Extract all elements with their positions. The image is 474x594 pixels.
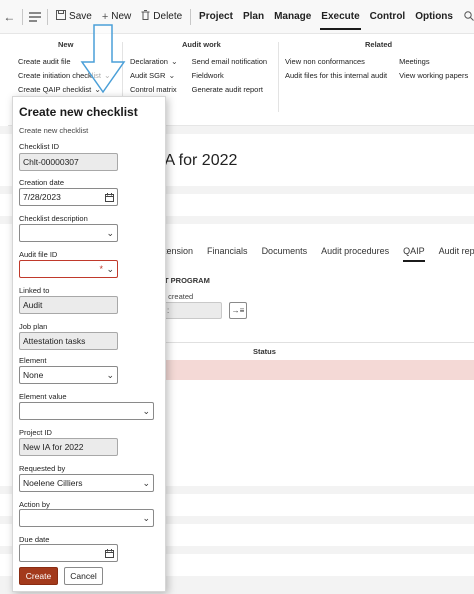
- linked-to-label: Linked to: [19, 286, 50, 295]
- job-plan-label: Job plan: [19, 322, 48, 331]
- ribbon-group-related: Related View non conformances Audit file…: [285, 40, 468, 83]
- table-row[interactable]: [164, 360, 474, 380]
- action-by-select[interactable]: ⌄: [19, 509, 154, 527]
- annotation-arrow-icon: [80, 24, 126, 94]
- element-select[interactable]: None ⌄: [19, 366, 118, 384]
- tab-financials[interactable]: Financials: [207, 246, 248, 262]
- created-field: :: [164, 302, 222, 319]
- audit-files-button[interactable]: Audit files for this internal audit: [285, 69, 387, 83]
- due-date-field[interactable]: [19, 544, 118, 562]
- creation-date-label: Creation date: [19, 178, 65, 187]
- record-tabs: tension Financials Documents Audit proce…: [164, 246, 474, 262]
- checklist-id-label: Checklist ID: [19, 142, 60, 151]
- ribbon-header-related: Related: [365, 40, 393, 49]
- checklist-id-field[interactable]: Chlt-00000307: [19, 153, 118, 171]
- chevron-down-icon: ⌄: [168, 71, 176, 80]
- ribbon-group-audit-work: Audit work Declaration ⌄ Audit SGR ⌄ Contr…: [130, 40, 267, 97]
- new-label: New: [111, 11, 132, 22]
- action-by-label: Action by: [19, 500, 50, 509]
- create-checklist-dialog: Create new checklist Create new checklis…: [12, 96, 166, 592]
- delete-label: Delete: [153, 11, 183, 22]
- generate-audit-report-button[interactable]: Generate audit report: [192, 83, 267, 97]
- chevron-down-icon: ⌄: [142, 478, 150, 488]
- plus-icon: +: [101, 10, 109, 23]
- view-non-conformances-button[interactable]: View non conformances: [285, 55, 387, 69]
- audit-sgr-button[interactable]: Audit SGR ⌄: [130, 69, 178, 83]
- chevron-down-icon: ⌄: [106, 264, 114, 274]
- calendar-icon[interactable]: [105, 189, 114, 205]
- filter-icon: →≡: [231, 306, 245, 315]
- checklist-description-select[interactable]: ⌄: [19, 224, 118, 242]
- audit-file-id-select[interactable]: * ⌄: [19, 260, 118, 278]
- created-label: t created: [164, 292, 194, 301]
- tab-project[interactable]: Project: [194, 0, 238, 34]
- due-date-label: Due date: [19, 535, 50, 544]
- grid-header-divider: [164, 342, 474, 343]
- declaration-button[interactable]: Declaration ⌄: [130, 55, 178, 69]
- trash-icon: [141, 10, 150, 23]
- tab-audit-report[interactable]: Audit report: [439, 246, 474, 262]
- hamburger-icon[interactable]: [26, 0, 45, 34]
- cancel-button[interactable]: Cancel: [64, 567, 103, 585]
- ribbon-divider: [278, 42, 279, 112]
- tab-execute[interactable]: Execute: [316, 0, 364, 34]
- project-id-label: Project ID: [19, 428, 52, 437]
- dialog-subtitle: Create new checklist: [19, 126, 89, 135]
- element-value-select[interactable]: ⌄: [19, 402, 154, 420]
- required-asterisk: *: [99, 264, 103, 274]
- tab-control[interactable]: Control: [365, 0, 411, 34]
- creation-date-field[interactable]: 7/28/2023: [19, 188, 118, 206]
- element-label: Element: [19, 356, 47, 365]
- calendar-icon[interactable]: [105, 545, 114, 561]
- project-id-field[interactable]: New IA for 2022: [19, 438, 118, 456]
- job-plan-field[interactable]: Attestation tasks: [19, 332, 118, 350]
- chevron-down-icon: ⌄: [106, 228, 114, 238]
- record-title: IA for 2022: [160, 152, 238, 169]
- audit-file-id-label: Audit file ID: [19, 250, 58, 259]
- meetings-button[interactable]: Meetings: [399, 55, 468, 69]
- send-email-notification-button[interactable]: Send email notification: [192, 55, 267, 69]
- element-value-label: Element value: [19, 392, 67, 401]
- action-bar: ← Save + New Delete Project Plan Manage …: [0, 0, 474, 34]
- fieldwork-button[interactable]: Fieldwork: [192, 69, 267, 83]
- tab-qaip[interactable]: QAIP: [403, 246, 425, 262]
- back-arrow-icon[interactable]: ←: [0, 0, 19, 34]
- tab-plan[interactable]: Plan: [238, 0, 269, 34]
- toolbar-separator: [190, 8, 192, 25]
- tab-manage[interactable]: Manage: [269, 0, 316, 34]
- tab-audit-procedures[interactable]: Audit procedures: [321, 246, 389, 262]
- section-heading: T PROGRAM: [164, 276, 210, 285]
- chevron-down-icon: ⌄: [142, 406, 150, 416]
- tab-options[interactable]: Options: [410, 0, 458, 34]
- control-matrix-button[interactable]: Control matrix: [130, 83, 178, 97]
- create-button[interactable]: Create: [19, 567, 58, 585]
- tab-documents[interactable]: Documents: [262, 246, 308, 262]
- ribbon-header-audit-work: Audit work: [182, 40, 221, 49]
- chevron-down-icon: ⌄: [170, 57, 178, 66]
- chevron-down-icon: ⌄: [142, 513, 150, 523]
- tab-extension[interactable]: tension: [164, 246, 193, 262]
- filter-button[interactable]: →≡: [229, 302, 247, 319]
- save-label: Save: [69, 11, 92, 22]
- view-working-papers-button[interactable]: View working papers: [399, 69, 468, 83]
- requested-by-select[interactable]: Noelene Cilliers ⌄: [19, 474, 154, 492]
- dialog-title: Create new checklist: [19, 105, 138, 119]
- linked-to-field[interactable]: Audit: [19, 296, 118, 314]
- checklist-description-label: Checklist description: [19, 214, 88, 223]
- search-icon[interactable]: [464, 10, 474, 24]
- delete-button[interactable]: Delete: [136, 0, 187, 34]
- status-column-header: Status: [253, 347, 276, 356]
- toolbar-separator: [47, 8, 49, 25]
- chevron-down-icon: ⌄: [106, 370, 114, 380]
- save-icon: [56, 10, 67, 23]
- toolbar-separator: [21, 8, 23, 25]
- requested-by-label: Requested by: [19, 464, 66, 473]
